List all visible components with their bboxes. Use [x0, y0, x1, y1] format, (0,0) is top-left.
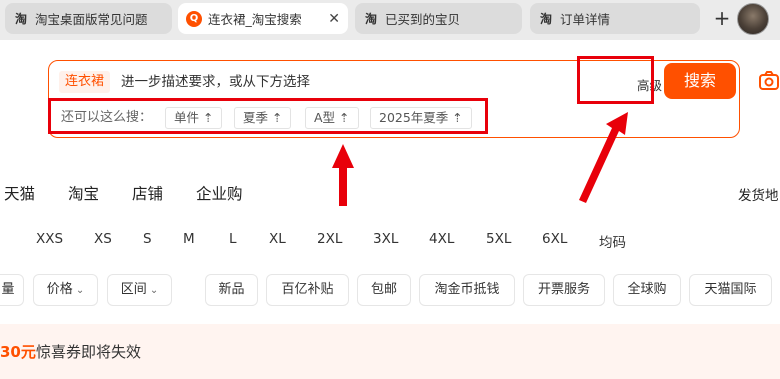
size-option[interactable]: 均码 — [599, 231, 626, 251]
filter-tag[interactable]: 百亿补贴 — [266, 274, 349, 306]
chevron-down-icon: ⌄ — [75, 285, 85, 296]
size-option[interactable]: XXS — [36, 231, 63, 247]
size-option[interactable]: L — [229, 231, 237, 247]
filter-tag[interactable]: 新品 — [205, 274, 258, 306]
size-option[interactable]: 4XL — [429, 231, 454, 247]
filter-label: 区间 — [120, 282, 147, 297]
filter-label: 量 — [1, 282, 15, 297]
filter-tag[interactable]: 淘金币抵钱 — [419, 274, 515, 306]
up-arrow-icon — [332, 144, 354, 206]
size-option[interactable]: 2XL — [317, 231, 342, 247]
platform-tab-enterprise[interactable]: 企业购 — [196, 182, 243, 204]
range-filter[interactable]: 区间 ⌄ — [107, 274, 172, 306]
size-option[interactable]: 3XL — [373, 231, 398, 247]
coupon-text: 惊喜券即将失效 — [36, 343, 142, 361]
annotation-arrows — [332, 112, 628, 206]
coupon-amount: 30元 — [0, 343, 36, 361]
filter-label: 价格 — [46, 282, 73, 297]
filter-tag[interactable]: 开票服务 — [523, 274, 605, 306]
ship-from-filter[interactable]: 发货地 — [738, 184, 779, 204]
platform-tab-shop[interactable]: 店铺 — [132, 182, 163, 204]
up-arrow-icon — [579, 112, 628, 203]
size-option[interactable]: XL — [269, 231, 286, 247]
chevron-down-icon: ⌄ — [149, 285, 159, 296]
coupon-banner[interactable]: 30元 惊喜券即将失效 — [0, 324, 780, 379]
size-option[interactable]: 6XL — [542, 231, 567, 247]
page: 淘 淘宝桌面版常见问题 Q 连衣裙_淘宝搜索 ✕ 淘 已买到的宝贝 淘 订单详情… — [0, 0, 780, 379]
size-option[interactable]: XS — [94, 231, 112, 247]
filter-tag[interactable]: 包邮 — [357, 274, 411, 306]
size-option[interactable]: S — [143, 231, 152, 247]
filter-tag[interactable]: 全球购 — [613, 274, 681, 306]
size-option[interactable]: 5XL — [486, 231, 511, 247]
size-option[interactable]: M — [183, 231, 195, 247]
filter-tag[interactable]: 天猫国际 — [689, 274, 772, 306]
platform-tab-taobao[interactable]: 淘宝 — [68, 182, 99, 204]
platform-tab-tmall[interactable]: 天猫 — [4, 182, 35, 204]
sales-sort-filter[interactable]: 量 — [0, 274, 24, 306]
price-filter[interactable]: 价格 ⌄ — [33, 274, 98, 306]
